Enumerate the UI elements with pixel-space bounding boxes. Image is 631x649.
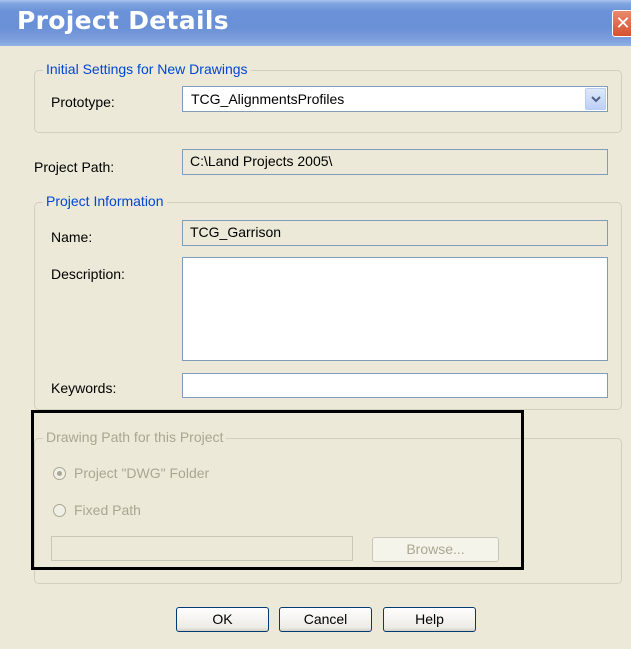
- project-information-legend: Project Information: [43, 193, 167, 209]
- project-path-label: Project Path:: [34, 159, 115, 175]
- name-field: TCG_Garrison: [182, 220, 608, 246]
- ok-button[interactable]: OK: [176, 607, 269, 632]
- keywords-input[interactable]: [182, 373, 608, 398]
- project-details-dialog: Project Details ✕ Initial Settings for N…: [0, 0, 631, 649]
- cancel-button[interactable]: Cancel: [279, 607, 372, 632]
- prototype-value: TCG_AlignmentsProfiles: [191, 91, 345, 107]
- name-value: TCG_Garrison: [190, 224, 282, 240]
- dialog-title: Project Details: [17, 6, 229, 35]
- project-path-field: C:\Land Projects 2005\: [182, 149, 608, 175]
- help-button-label: Help: [415, 611, 444, 627]
- cancel-button-label: Cancel: [303, 611, 348, 627]
- prototype-dropdown[interactable]: TCG_AlignmentsProfiles: [182, 86, 608, 112]
- ok-button-label: OK: [212, 611, 233, 627]
- description-label: Description:: [51, 266, 125, 282]
- initial-settings-legend: Initial Settings for New Drawings: [43, 61, 251, 77]
- close-button[interactable]: ✕: [612, 10, 631, 37]
- close-icon: ✕: [615, 13, 631, 34]
- title-bar[interactable]: Project Details ✕: [0, 0, 631, 46]
- project-path-value: C:\Land Projects 2005\: [190, 153, 333, 169]
- prototype-label: Prototype:: [51, 94, 115, 110]
- keywords-label: Keywords:: [51, 380, 117, 396]
- description-textarea[interactable]: [182, 257, 608, 361]
- chevron-down-icon[interactable]: [585, 88, 606, 110]
- name-label: Name:: [51, 229, 93, 245]
- annotation-highlight-box: [31, 410, 524, 570]
- help-button[interactable]: Help: [383, 607, 476, 632]
